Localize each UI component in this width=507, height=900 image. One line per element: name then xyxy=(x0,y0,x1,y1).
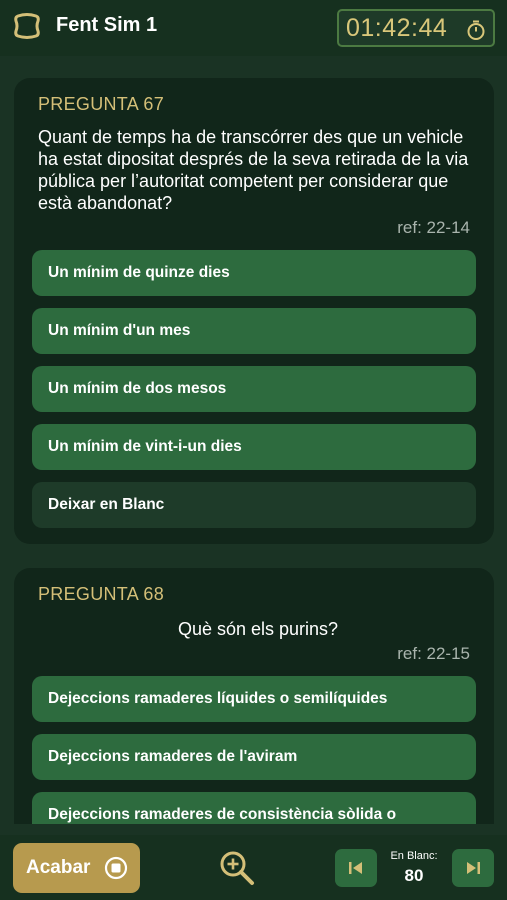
stopwatch-icon xyxy=(467,20,485,40)
answer-option[interactable]: Un mínim de dos mesos xyxy=(32,366,476,412)
question-card: PREGUNTA 67 Quant de temps ha de transcó… xyxy=(14,78,494,544)
skip-next-icon xyxy=(467,862,480,874)
answer-option[interactable]: Un mínim d'un mes xyxy=(32,308,476,354)
question-number: PREGUNTA 68 xyxy=(38,584,165,604)
question-card: PREGUNTA 68 Què són els purins? ref: 22-… xyxy=(14,568,494,824)
finish-button[interactable]: Acabar xyxy=(13,843,140,893)
stop-circle-icon xyxy=(104,856,128,880)
question-ref: ref: 22-14 xyxy=(397,218,470,237)
answer-option[interactable]: Dejeccions ramaderes de l'aviram xyxy=(32,734,476,780)
question-text: Quant de temps ha de transcórrer des que… xyxy=(38,127,469,213)
next-button[interactable] xyxy=(452,849,494,887)
answer-option[interactable]: Dejeccions ramaderes líquides o semilíqu… xyxy=(32,676,476,722)
question-text: Què són els purins? xyxy=(177,619,339,639)
blank-count: 80 xyxy=(404,866,424,885)
blank-count-label: En Blanc: xyxy=(390,850,438,862)
question-number: PREGUNTA 67 xyxy=(38,94,165,114)
finish-label: Acabar xyxy=(26,857,91,878)
zoom-in-icon[interactable] xyxy=(218,849,256,887)
question-list[interactable]: PREGUNTA 67 Quant de temps ha de transcó… xyxy=(0,56,507,824)
answer-option[interactable]: Un mínim de quinze dies xyxy=(32,250,476,296)
badge-icon[interactable] xyxy=(13,12,41,40)
bottom-bar: Acabar En Blanc: 80 xyxy=(0,835,507,900)
timer-value: 01:42:44 xyxy=(346,13,448,42)
question-ref: ref: 22-15 xyxy=(397,644,470,663)
top-bar: Fent Sim 1 01:42:44 xyxy=(0,0,507,56)
skip-previous-icon xyxy=(349,862,362,874)
leave-blank-option[interactable]: Deixar en Blanc xyxy=(32,482,476,528)
app-title: Fent Sim 1 xyxy=(56,14,158,36)
answer-option[interactable]: Un mínim de vint-i-un dies xyxy=(32,424,476,470)
timer: 01:42:44 xyxy=(337,9,495,47)
previous-button[interactable] xyxy=(335,849,377,887)
answer-option[interactable]: Dejeccions ramaderes de consistència sòl… xyxy=(32,792,476,824)
